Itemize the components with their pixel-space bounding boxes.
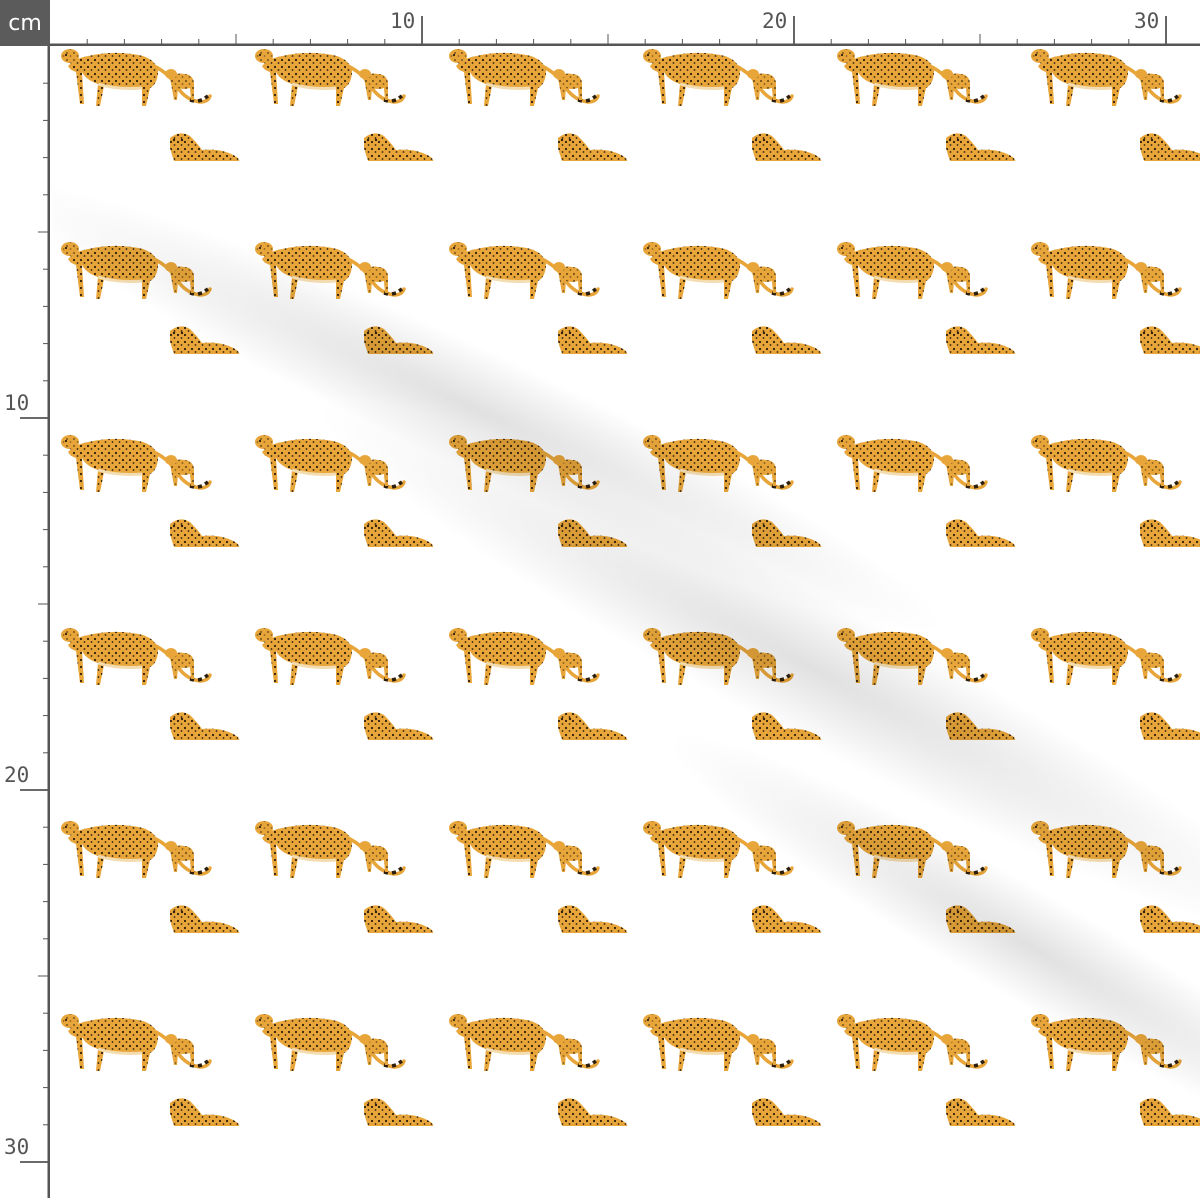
fabric-preview <box>52 48 1200 1198</box>
unit-label: cm <box>0 0 50 46</box>
ruler-label: 10 <box>4 391 29 415</box>
ruler-label: 20 <box>762 9 787 33</box>
horizontal-ruler: 10 20 30 <box>50 0 1200 47</box>
vertical-ruler: 10 20 30 <box>0 46 51 1198</box>
ruler-label: 20 <box>4 763 29 787</box>
ruler-label: 10 <box>390 9 415 33</box>
ruler-label: 30 <box>1134 9 1159 33</box>
ruler-label: 30 <box>4 1135 29 1159</box>
